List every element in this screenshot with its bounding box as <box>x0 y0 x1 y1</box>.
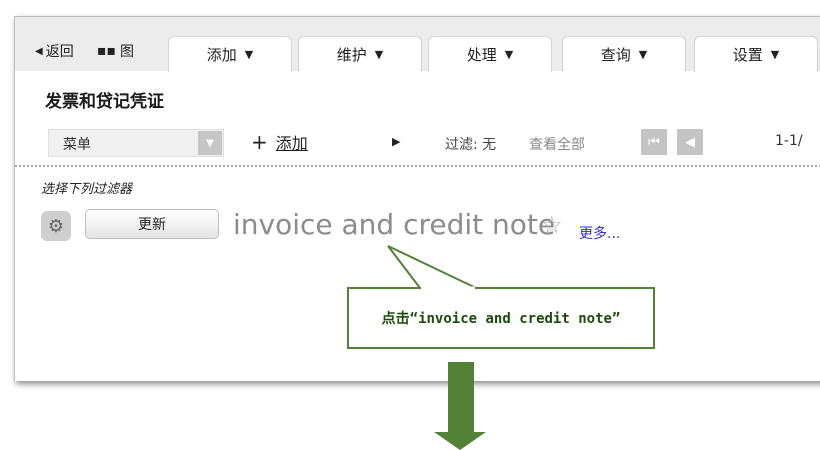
annotation-overlay <box>347 245 655 450</box>
callout-pointer <box>387 245 477 289</box>
down-arrow-icon <box>434 362 486 450</box>
callout-text: 点击“invoice and credit note” <box>381 311 621 327</box>
